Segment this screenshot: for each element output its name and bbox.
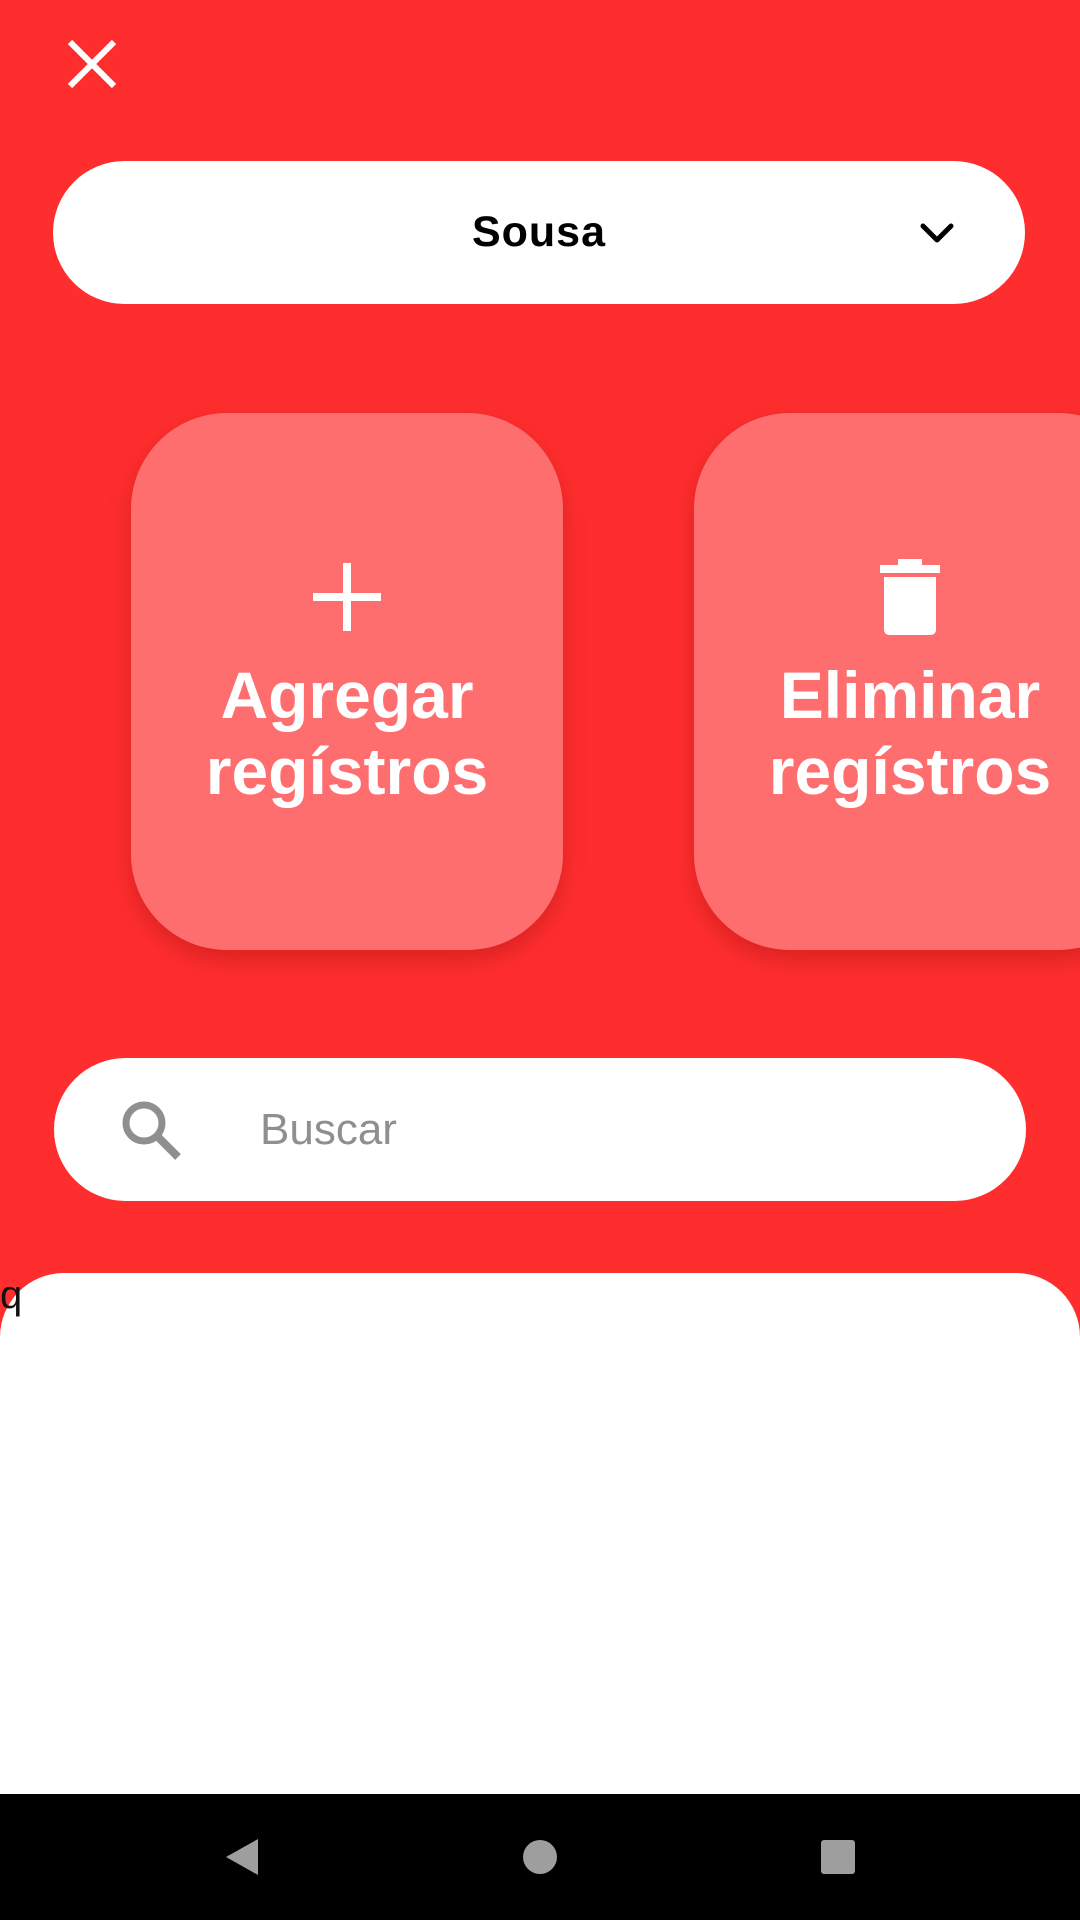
plus-icon [305,555,389,639]
recents-icon [810,1829,866,1885]
list-item[interactable]: q [0,1273,22,1318]
close-button[interactable] [60,32,124,96]
back-icon [214,1829,270,1885]
system-nav-bar [0,1794,1080,1920]
recents-button[interactable] [810,1829,866,1885]
add-records-label: Agregar regístros [205,657,489,808]
home-icon [512,1829,568,1885]
app-screen: Sousa Agregar regístros Eliminar regístr… [0,0,1080,1920]
close-icon [60,32,124,96]
add-records-button[interactable]: Agregar regístros [131,413,563,950]
back-button[interactable] [214,1829,270,1885]
trash-icon [868,555,952,639]
search-bar [54,1058,1026,1201]
chevron-down-icon [915,211,959,255]
delete-records-button[interactable]: Eliminar regístros [694,413,1080,950]
delete-records-label: Eliminar regístros [768,657,1052,808]
location-dropdown[interactable]: Sousa [53,161,1025,304]
search-icon [118,1097,184,1163]
search-input[interactable] [248,1058,980,1201]
home-button[interactable] [512,1829,568,1885]
records-list: q [0,1273,1080,1794]
dropdown-selected-value: Sousa [471,208,607,256]
